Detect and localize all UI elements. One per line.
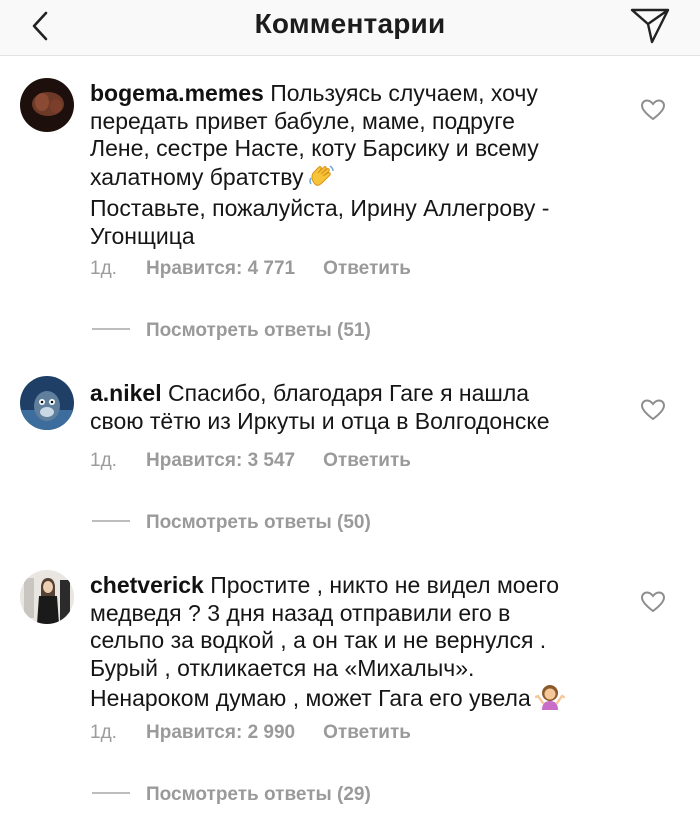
timestamp: 1д. <box>90 450 117 471</box>
view-replies-label: Посмотреть ответы (50) <box>146 512 371 533</box>
heart-icon[interactable] <box>640 98 666 122</box>
heart-icon[interactable] <box>640 398 666 422</box>
comment-line: Угонщица <box>90 222 195 249</box>
divider <box>92 520 130 522</box>
view-replies-button[interactable]: Посмотреть ответы (50) <box>92 512 371 534</box>
avatar[interactable] <box>20 570 74 624</box>
timestamp: 1д. <box>90 722 117 743</box>
likes-count[interactable]: Нравится: 2 990 <box>146 722 295 744</box>
comment-text: a.nikel Спасибо, благодаря Гаге я нашла … <box>90 380 610 435</box>
comment-line: Бурый , откликается на «Михалыч». <box>90 654 475 681</box>
comment-line: Лене, сестре Насте, коту Барсику и всему <box>90 135 539 161</box>
likes-count[interactable]: Нравится: 3 547 <box>146 450 295 472</box>
username[interactable]: a.nikel <box>90 380 162 406</box>
heart-icon[interactable] <box>640 590 666 614</box>
comment-line: Поставьте, пожалуйста, Ирину Аллегрову - <box>90 195 550 221</box>
reply-button[interactable]: Ответить <box>323 258 411 280</box>
comment-line: Простите , никто не видел моего <box>210 572 560 598</box>
view-replies-label: Посмотреть ответы (29) <box>146 784 371 805</box>
page-title: Комментарии <box>254 8 446 39</box>
view-replies-button[interactable]: Посмотреть ответы (51) <box>92 320 371 342</box>
comment-line: передать привет бабуле, маме, подруге <box>90 107 515 134</box>
username[interactable]: chetverick <box>90 572 204 598</box>
username[interactable]: bogema.memes <box>90 80 264 106</box>
comment-meta: 1д. Нравится: 3 547 Ответить <box>90 450 411 472</box>
reply-button[interactable]: Ответить <box>323 450 411 472</box>
view-replies-button[interactable]: Посмотреть ответы (29) <box>92 784 371 806</box>
comment-line: Пользуясь случаем, хочу <box>270 80 538 106</box>
avatar[interactable] <box>20 376 74 430</box>
waving-hand-emoji <box>308 163 336 196</box>
comment-line: Спасибо, благодаря Гаге я нашла <box>168 380 530 406</box>
comment-line: свою тётю из Иркуты и отца в Волгодонске <box>90 407 550 434</box>
comment-text: chetverick Простите , никто не видел мое… <box>90 572 610 717</box>
comment-meta: 1д. Нравится: 2 990 Ответить <box>90 722 411 744</box>
comment-line: халатному братству <box>90 163 304 190</box>
avatar[interactable] <box>20 78 74 132</box>
comment-text: bogema.memes Пользуясь случаем, хочу пер… <box>90 80 610 250</box>
comment-line: Ненароком думаю , может Гага его увела <box>90 685 531 711</box>
header-bar: Комментарии <box>0 0 700 56</box>
view-replies-label: Посмотреть ответы (51) <box>146 320 371 341</box>
comment-meta: 1д. Нравится: 4 771 Ответить <box>90 258 411 280</box>
timestamp: 1д. <box>90 258 117 279</box>
comment-line: сельпо за водкой , а он так и не вернулс… <box>90 627 547 653</box>
likes-count[interactable]: Нравится: 4 771 <box>146 258 295 280</box>
person-shrugging-emoji <box>534 682 565 717</box>
divider <box>92 792 130 794</box>
paper-plane-icon[interactable] <box>628 6 672 46</box>
divider <box>92 328 130 330</box>
comment-line: медведя ? 3 дня назад отправили его в <box>90 599 511 626</box>
reply-button[interactable]: Ответить <box>323 722 411 744</box>
